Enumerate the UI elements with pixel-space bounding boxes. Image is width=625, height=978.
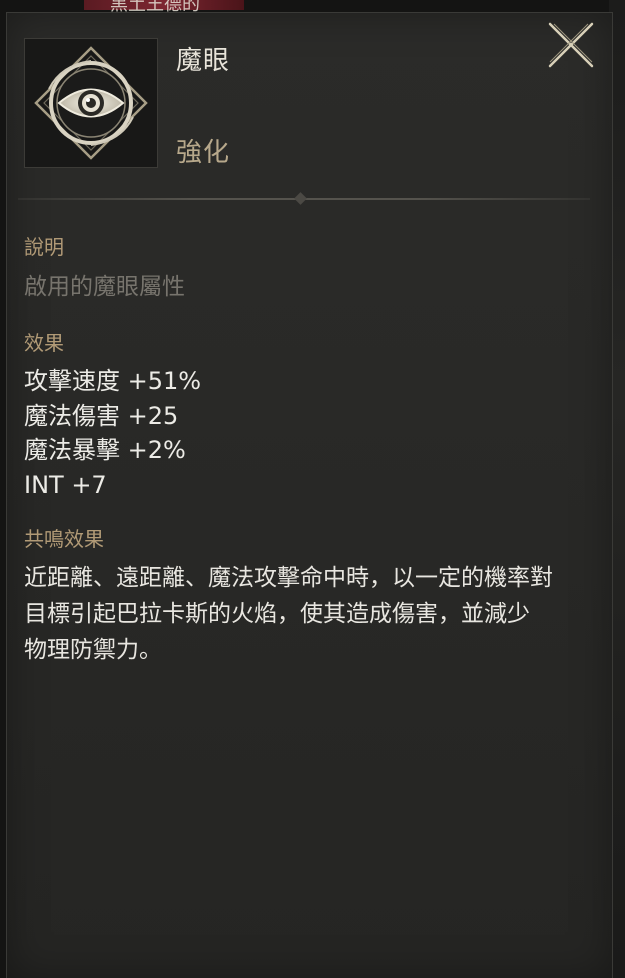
- item-icon-frame: [24, 38, 158, 168]
- resonance-line: 物理防禦力。: [24, 637, 162, 663]
- resonance-label: 共鳴效果: [24, 527, 104, 551]
- effect-attack-speed: 攻擊速度 +51%: [24, 367, 202, 395]
- item-name: 魔眼: [176, 46, 231, 76]
- effects-list: 攻擊速度 +51% 魔法傷害 +25 魔法暴擊 +2% INT +7: [24, 364, 201, 502]
- resonance-text: 近距離、遠距離、魔法攻擊命中時，以一定的機率對 目標引起巴拉卡斯的火焰，使其造成…: [24, 560, 609, 668]
- effects-label: 效果: [24, 331, 64, 355]
- close-button[interactable]: [544, 18, 598, 72]
- description-text: 啟用的魔眼屬性: [24, 274, 185, 300]
- close-x-icon: [548, 22, 594, 68]
- screen: 黑土王德的 魔眼 強化 說明 啟用的魔眼屬性 效果 攻擊速度 +51% 魔法傷害…: [0, 0, 625, 978]
- effect-int: INT +7: [24, 470, 107, 499]
- effect-magic-crit: 魔法暴擊 +2%: [24, 436, 186, 464]
- resonance-line: 近距離、遠距離、魔法攻擊命中時，以一定的機率對: [24, 565, 553, 591]
- effect-magic-damage: 魔法傷害 +25: [24, 401, 179, 430]
- item-type: 強化: [176, 138, 231, 168]
- resonance-line: 目標引起巴拉卡斯的火焰，使其造成傷害，並減少: [24, 601, 530, 627]
- eye-icon: [34, 46, 148, 160]
- description-label: 說明: [24, 235, 64, 259]
